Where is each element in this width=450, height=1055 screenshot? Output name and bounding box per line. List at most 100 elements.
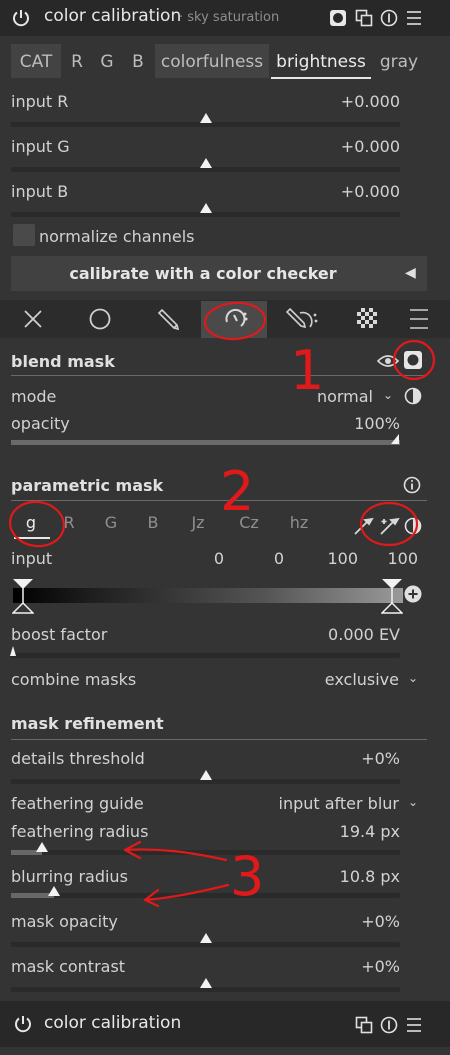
input-range-value-1: 0 — [213, 549, 224, 568]
picker-set-range-icon[interactable] — [378, 515, 400, 537]
combine-chevron-down-icon[interactable]: ⌄ — [408, 671, 418, 685]
feathering-guide-label: feathering guide — [11, 794, 144, 813]
opacity-label: opacity — [11, 414, 70, 433]
info-icon[interactable] — [403, 476, 421, 494]
blurring-radius-value: 10.8 px — [339, 867, 400, 886]
details-threshold-value: +0% — [361, 749, 400, 768]
blurring-radius-marker[interactable] — [47, 886, 60, 896]
feathering-guide-value[interactable]: input after blur — [260, 794, 400, 813]
mask-opacity-marker[interactable] — [199, 933, 212, 943]
boost-factor-label: boost factor — [11, 625, 108, 644]
footer-module-title: color calibration — [44, 1013, 182, 1033]
opacity-value: 100% — [354, 414, 400, 433]
channel-tab-hz[interactable]: hz — [284, 513, 314, 532]
mode-chevron-down-icon[interactable]: ⌄ — [383, 388, 393, 402]
channel-tab-g[interactable]: g — [14, 513, 48, 532]
module-instance-label: · sky saturation — [179, 10, 280, 25]
mask-presets-icon[interactable] — [409, 308, 429, 330]
input-g-label: input G — [11, 137, 70, 156]
normalize-checkbox[interactable] — [13, 224, 35, 246]
mask-refinement-heading: mask refinement — [11, 714, 164, 733]
mask-opacity-label: mask opacity — [11, 912, 118, 931]
mode-label: mode — [11, 387, 57, 406]
uniform-icon[interactable] — [89, 308, 111, 330]
multi-instance-icon[interactable] — [355, 9, 373, 27]
module-title: color calibration — [44, 6, 182, 26]
input-range-value-3: 100 — [327, 549, 358, 568]
tab-r[interactable]: R — [66, 52, 88, 72]
channel-active-underline — [14, 537, 50, 539]
input-marker-left[interactable] — [12, 578, 34, 614]
blend-divider — [11, 375, 427, 376]
guide-chevron-down-icon[interactable]: ⌄ — [408, 795, 418, 809]
input-range-label: input — [11, 549, 53, 568]
parametric-mask-heading: parametric mask — [11, 476, 164, 495]
tab-g[interactable]: G — [96, 52, 118, 72]
mask-contrast-marker[interactable] — [199, 978, 212, 988]
input-g-value: +0.000 — [340, 137, 400, 156]
tab-gray[interactable]: gray — [377, 52, 421, 72]
active-tab-underline — [271, 77, 371, 79]
footer-reset-icon[interactable] — [380, 1016, 398, 1034]
footer-power-icon[interactable] — [13, 1014, 33, 1034]
presets-menu-icon[interactable] — [405, 9, 423, 27]
power-icon[interactable] — [11, 8, 31, 28]
mode-value[interactable]: normal — [280, 387, 373, 406]
eye-icon[interactable] — [377, 353, 399, 369]
boost-factor-value: 0.000 EV — [328, 625, 400, 644]
tab-colorfulness[interactable]: colorfulness — [155, 52, 269, 72]
mask-contrast-value: +0% — [361, 957, 400, 976]
mask-indicator-icon[interactable] — [329, 9, 347, 27]
reset-icon[interactable] — [380, 9, 398, 27]
refinement-divider — [11, 739, 427, 740]
display-mask-icon[interactable] — [403, 350, 423, 370]
feathering-radius-slider[interactable] — [11, 850, 400, 855]
input-g-marker[interactable] — [199, 158, 212, 168]
channel-tab-b[interactable]: B — [142, 513, 164, 532]
footer-multi-instance-icon[interactable] — [355, 1016, 373, 1034]
channel-tab-jz[interactable]: Jz — [183, 513, 213, 532]
input-b-marker[interactable] — [199, 203, 212, 213]
boost-factor-slider[interactable] — [11, 653, 400, 658]
input-b-label: input B — [11, 182, 69, 201]
tab-cat[interactable]: CAT — [11, 52, 61, 72]
input-r-label: input R — [11, 92, 69, 111]
details-threshold-marker[interactable] — [199, 770, 212, 780]
normalize-label: normalize channels — [39, 227, 195, 246]
parametric-divider — [11, 500, 427, 501]
blend-mask-heading: blend mask — [11, 352, 115, 371]
details-threshold-label: details threshold — [11, 749, 145, 768]
footer-presets-icon[interactable] — [405, 1016, 423, 1034]
picker-icon[interactable] — [352, 515, 374, 537]
drawn-parametric-icon[interactable] — [286, 305, 320, 333]
combine-masks-label: combine masks — [11, 670, 137, 689]
combine-masks-value[interactable]: exclusive — [290, 670, 399, 689]
input-gradient-bar[interactable] — [13, 588, 403, 603]
mask-opacity-value: +0% — [361, 912, 400, 931]
channel-tab-cz[interactable]: Cz — [234, 513, 264, 532]
blurring-radius-slider[interactable] — [11, 893, 400, 898]
opacity-fill — [11, 440, 400, 445]
opacity-marker[interactable] — [391, 434, 399, 444]
input-range-value-4: 100 — [387, 549, 418, 568]
input-marker-right[interactable] — [381, 578, 403, 614]
raster-icon[interactable] — [356, 307, 378, 329]
mask-contrast-label: mask contrast — [11, 957, 126, 976]
calibrate-collapse-icon[interactable]: ◀ — [405, 265, 416, 281]
invert-blend-icon[interactable] — [404, 387, 422, 405]
tab-brightness[interactable]: brightness — [271, 52, 371, 72]
feathering-radius-marker[interactable] — [36, 842, 49, 852]
invert-parametric-icon[interactable] — [404, 517, 422, 535]
drawn-icon[interactable] — [157, 307, 181, 331]
boost-factor-marker[interactable] — [10, 646, 16, 656]
channel-tab-r[interactable]: R — [58, 513, 80, 532]
plus-circle-icon[interactable] — [404, 585, 422, 603]
blurring-radius-label: blurring radius — [11, 867, 128, 886]
tab-b[interactable]: B — [127, 52, 149, 72]
parametric-icon[interactable] — [221, 306, 249, 332]
feathering-radius-value: 19.4 px — [339, 822, 400, 841]
input-r-marker[interactable] — [199, 113, 212, 123]
feathering-radius-label: feathering radius — [11, 822, 149, 841]
off-icon[interactable] — [22, 308, 44, 330]
channel-tab-g-rgb[interactable]: G — [100, 513, 122, 532]
